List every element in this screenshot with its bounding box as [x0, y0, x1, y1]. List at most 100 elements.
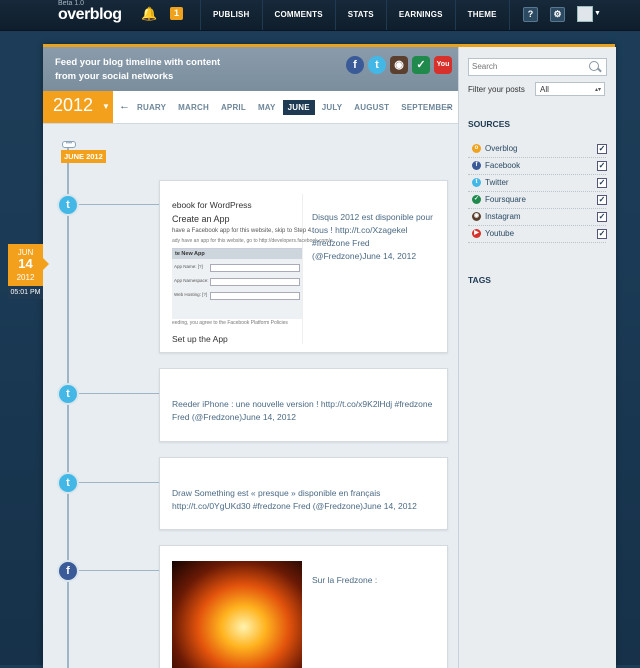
month-list: RUARY MARCH APRIL MAY JUNE JULY AUGUST S… [131, 91, 458, 123]
preview-shot-header: te New App [172, 249, 302, 259]
filter-select[interactable]: All ▴▾ [535, 82, 605, 96]
instagram-icon[interactable]: ◉ [390, 56, 408, 74]
timeline-post-card[interactable]: Sur la Fredzone : [159, 545, 448, 668]
search-input[interactable] [472, 60, 582, 72]
source-row-foursquare[interactable]: ✓ Foursquare ✓ [468, 192, 607, 209]
logo-name: overblog [58, 6, 122, 23]
source-checkbox[interactable]: ✓ [597, 229, 607, 239]
month-tag: JUNE 2012 [61, 150, 106, 163]
preview-heading: Create an App [172, 214, 230, 224]
alert-badge[interactable]: 1 [170, 7, 183, 20]
foursquare-icon: ✓ [472, 195, 481, 204]
timeline-line [67, 143, 69, 668]
preview-title: ebook for WordPress [172, 200, 252, 210]
source-checkbox[interactable]: ✓ [597, 161, 607, 171]
source-label: Youtube [485, 229, 515, 238]
source-row-youtube[interactable]: ▶ Youtube ✓ [468, 226, 607, 243]
social-promo-banner: Feed your blog timeline with content fro… [43, 47, 458, 91]
search-icon[interactable] [589, 61, 599, 71]
source-row-facebook[interactable]: f Facebook ✓ [468, 158, 607, 175]
promo-text: Feed your blog timeline with content fro… [55, 57, 221, 82]
month-may[interactable]: MAY [253, 100, 281, 115]
timeline-post-card[interactable]: Draw Something est « presque » disponibl… [159, 457, 448, 530]
nav-theme[interactable]: THEME [454, 0, 510, 30]
instagram-icon: ◉ [472, 212, 481, 221]
nav-publish[interactable]: PUBLISH [200, 0, 262, 30]
month-february[interactable]: RUARY [132, 100, 171, 115]
year-month-bar: 2012 ▼ ← RUARY MARCH APRIL MAY JUNE JULY… [43, 91, 458, 124]
month-april[interactable]: APRIL [216, 100, 251, 115]
timeline-post-card[interactable]: Reeder iPhone : une nouvelle version ! h… [159, 368, 448, 442]
timeline-content: Feed your blog timeline with content fro… [43, 47, 458, 668]
timeline-connector [79, 482, 159, 483]
preview-caption: Set up the App [172, 334, 228, 344]
post-text: Sur la Fredzone : [312, 575, 378, 585]
preview-row: Web Hosting: [?] [174, 292, 300, 300]
timeline-connector [79, 393, 159, 394]
source-row-instagram[interactable]: ◉ Instagram ✓ [468, 209, 607, 226]
facebook-icon[interactable]: f [346, 56, 364, 74]
facebook-icon: f [57, 560, 79, 582]
source-checkbox[interactable]: ✓ [597, 144, 607, 154]
preview-row: App Namespace: [?] [174, 278, 300, 286]
source-row-twitter[interactable]: t Twitter ✓ [468, 175, 607, 192]
year-selector[interactable]: 2012 ▼ [43, 91, 113, 123]
post-text: Draw Something est « presque » disponibl… [172, 488, 417, 511]
date-day: 14 [18, 256, 33, 271]
preview-line: ady have an app for this website, go to … [172, 238, 333, 244]
main-panel: Feed your blog timeline with content fro… [43, 44, 616, 668]
chevron-down-icon[interactable]: ▼ [594, 10, 601, 17]
source-row-overblog[interactable]: o Overblog ✓ [468, 141, 607, 158]
youtube-icon[interactable]: You [434, 56, 452, 74]
post-time-badge: 05:01 PM [8, 286, 43, 299]
main-nav: PUBLISH COMMENTS STATS EARNINGS THEME [200, 0, 510, 30]
nav-stats[interactable]: STATS [334, 0, 386, 30]
twitter-icon: t [57, 472, 79, 494]
preview-screenshot: te New App App Name: [?] App Namespace: … [172, 248, 302, 319]
preview-row: App Name: [?] [174, 264, 300, 272]
month-july[interactable]: JULY [317, 100, 348, 115]
notification-bell-icon[interactable]: 🔔 [141, 7, 157, 21]
post-text: Disqus 2012 est disponible pour tous ! h… [312, 212, 433, 261]
user-avatar[interactable] [577, 6, 593, 22]
source-checkbox[interactable]: ✓ [597, 195, 607, 205]
source-checkbox[interactable]: ✓ [597, 212, 607, 222]
twitter-icon: t [57, 383, 79, 405]
preview-line: have a Facebook app for this website, sk… [172, 228, 313, 234]
source-label: Instagram [485, 212, 521, 221]
top-bar: Beta 1.0 overblog 🔔 1 PUBLISH COMMENTS S… [0, 0, 640, 31]
search-field[interactable] [468, 58, 607, 76]
timeline-connector [79, 570, 159, 571]
filter-label: Filter your posts [468, 85, 525, 94]
post-preview-image: ebook for WordPress Create an App have a… [172, 194, 333, 344]
settings-gear-icon[interactable]: ⚙ [550, 7, 565, 22]
prev-month-arrow-icon[interactable]: ← [119, 100, 130, 112]
month-august[interactable]: AUGUST [349, 100, 394, 115]
year-label: 2012 [53, 95, 94, 115]
twitter-icon: t [472, 178, 481, 187]
timeline-post-card[interactable]: ebook for WordPress Create an App have a… [159, 180, 448, 353]
chevron-updown-icon: ▴▾ [594, 87, 601, 93]
next-month-arrow-icon[interactable]: → [442, 100, 453, 112]
chevron-down-icon: ▼ [102, 102, 110, 111]
preview-footnote: eeding, you agree to the Facebook Platfo… [172, 320, 288, 326]
post-photo [172, 561, 302, 668]
filter-value: All [540, 85, 549, 94]
nav-comments[interactable]: COMMENTS [261, 0, 335, 30]
source-label: Foursquare [485, 195, 526, 204]
source-label: Twitter [485, 178, 509, 187]
month-june[interactable]: JUNE [282, 99, 315, 115]
source-checkbox[interactable]: ✓ [597, 178, 607, 188]
nav-earnings[interactable]: EARNINGS [385, 0, 455, 30]
sidebar: Filter your posts All ▴▾ SOURCES o Overb… [458, 47, 616, 668]
help-icon[interactable]: ? [523, 7, 538, 22]
twitter-icon: t [57, 194, 79, 216]
twitter-icon[interactable]: t [368, 56, 386, 74]
source-label: Facebook [485, 161, 521, 170]
date-badge-pointer [43, 258, 49, 270]
youtube-icon: ▶ [472, 229, 481, 238]
month-march[interactable]: MARCH [173, 100, 214, 115]
foursquare-icon[interactable]: ✓ [412, 56, 430, 74]
overblog-icon: o [472, 144, 481, 153]
post-text: Reeder iPhone : une nouvelle version ! h… [172, 399, 433, 422]
